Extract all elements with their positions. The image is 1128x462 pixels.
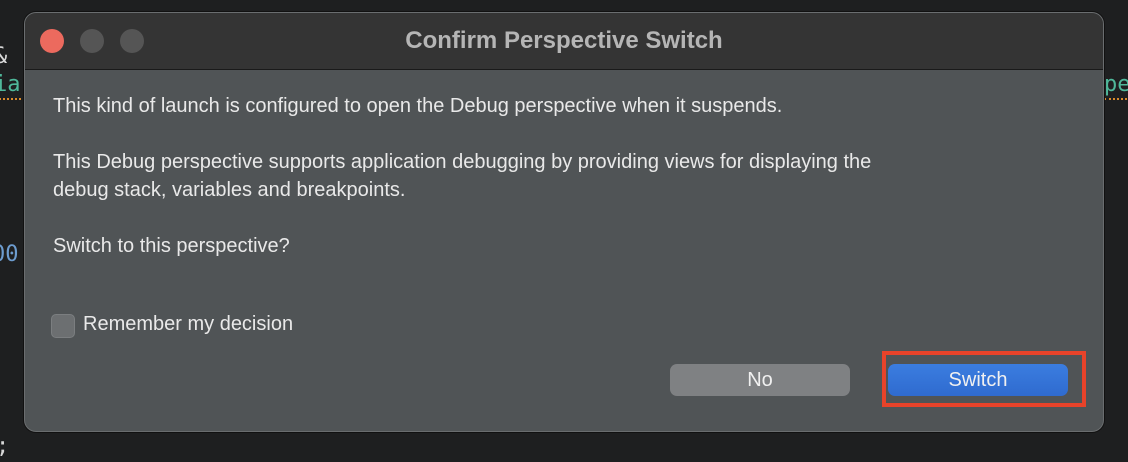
remember-decision-label[interactable]: Remember my decision	[83, 313, 293, 336]
message-question: Switch to this perspective?	[53, 235, 290, 257]
dialog-title: Confirm Perspective Switch	[405, 27, 723, 54]
code-fragment: pe	[1104, 72, 1128, 100]
remember-decision-checkbox[interactable]	[51, 314, 75, 338]
code-fragment: ;	[0, 434, 9, 460]
message-description-line2: debug stack, variables and breakpoints.	[53, 179, 406, 201]
no-button[interactable]: No	[670, 364, 850, 396]
title-bar[interactable]: Confirm Perspective Switch	[25, 13, 1103, 70]
message-launch: This kind of launch is configured to ope…	[53, 95, 783, 117]
code-fragment: &	[0, 44, 7, 70]
code-fragment: ia	[0, 72, 21, 100]
code-fragment: 00	[0, 242, 19, 267]
message-description-line1: This Debug perspective supports applicat…	[53, 151, 872, 173]
switch-button-highlight	[882, 351, 1086, 407]
